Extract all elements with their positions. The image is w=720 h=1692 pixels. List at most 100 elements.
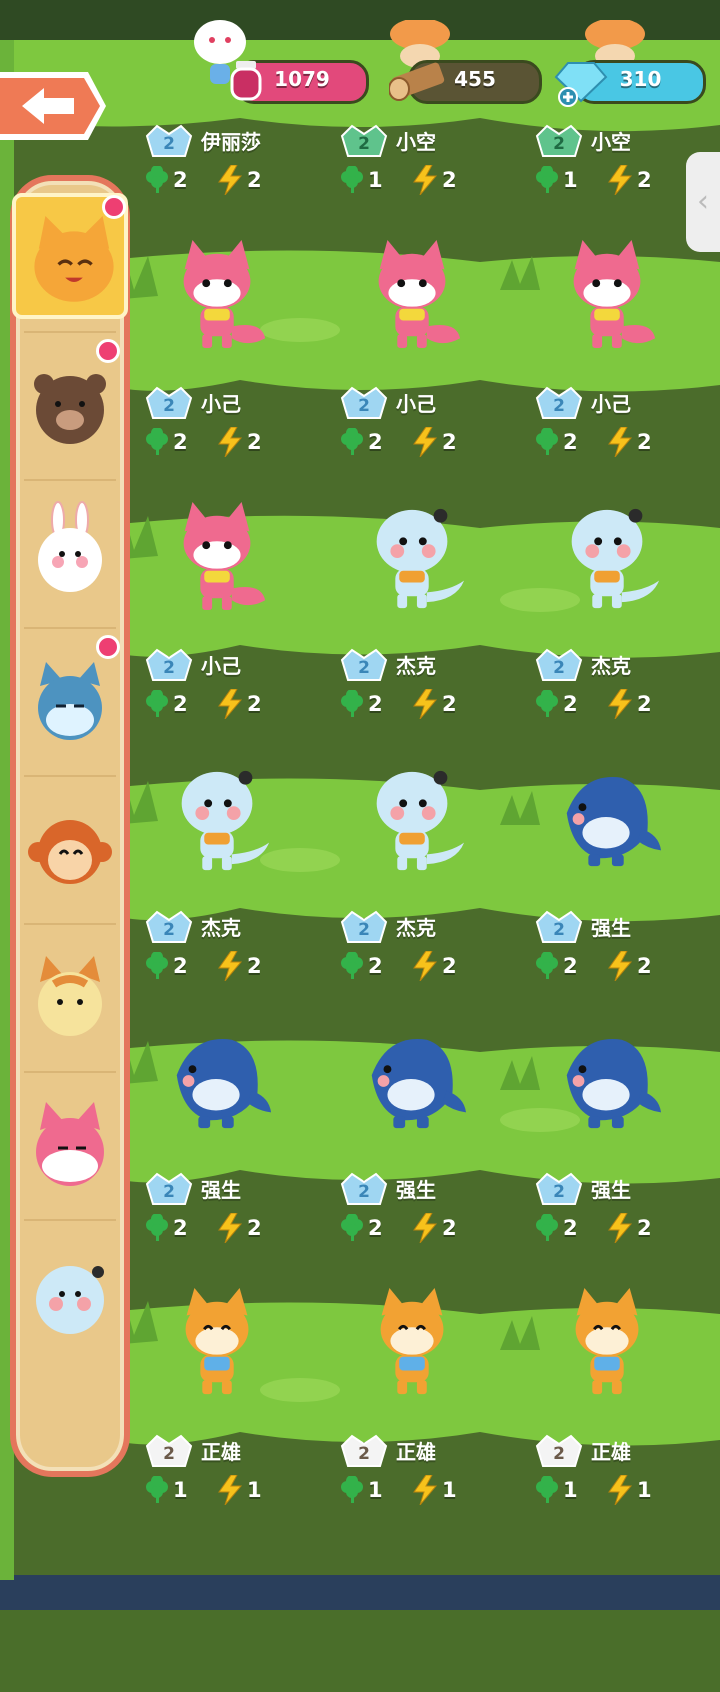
wood-value: 455 bbox=[454, 67, 496, 91]
level-badge-icon: 2 bbox=[340, 648, 388, 681]
level-badge-icon: 2 bbox=[535, 648, 583, 681]
energy-value: 2 bbox=[247, 168, 262, 192]
creature-name: 杰克 bbox=[591, 654, 631, 678]
creature-name: 强生 bbox=[201, 1178, 241, 1202]
clover-icon bbox=[341, 428, 363, 455]
level-badge-icon: 2 bbox=[145, 124, 193, 157]
clover-icon bbox=[146, 952, 168, 979]
energy-value: 2 bbox=[637, 954, 652, 978]
energy-value: 2 bbox=[442, 168, 457, 192]
creature-name: 强生 bbox=[396, 1178, 436, 1202]
lightning-icon bbox=[218, 427, 243, 457]
creature-name: 杰克 bbox=[396, 916, 436, 940]
sidebar-item-otter[interactable] bbox=[22, 1229, 118, 1369]
creature-name: 强生 bbox=[591, 916, 631, 940]
creature-card[interactable]: 2 小己 2 2 bbox=[515, 384, 695, 644]
otter-creature-icon bbox=[571, 508, 660, 609]
creature-card[interactable]: 2 正雄 1 1 bbox=[125, 1432, 305, 1692]
energy-value: 2 bbox=[442, 430, 457, 454]
energy-value: 1 bbox=[247, 1478, 262, 1502]
creature-card[interactable]: 2 杰克 2 2 bbox=[320, 646, 500, 906]
creature-card[interactable]: 2 正雄 1 1 bbox=[515, 1432, 695, 1692]
clover-icon bbox=[341, 166, 363, 193]
energy-value: 2 bbox=[637, 1216, 652, 1240]
game-scene: 1079 455 310 ‹ 2 伊丽莎 2 2 2 小空 1 2 2 小空 1 2 2 小己 2 2 2 小己 2… bbox=[0, 0, 720, 1610]
clover-value: 2 bbox=[173, 954, 188, 978]
gem-counter[interactable]: 310 bbox=[554, 60, 706, 107]
creature-card[interactable]: 2 强生 2 2 bbox=[320, 1170, 500, 1430]
lightning-icon bbox=[218, 165, 243, 195]
clover-icon bbox=[146, 166, 168, 193]
clover-value: 2 bbox=[368, 954, 383, 978]
level-badge-icon: 2 bbox=[535, 910, 583, 943]
clover-value: 2 bbox=[173, 168, 188, 192]
creature-card[interactable]: 2 强生 2 2 bbox=[125, 1170, 305, 1430]
creature-card[interactable]: 2 小空 1 2 bbox=[515, 122, 695, 382]
rabbit-icon bbox=[38, 501, 102, 592]
energy-value: 2 bbox=[247, 692, 262, 716]
fox-creature-icon bbox=[573, 240, 656, 349]
back-button[interactable] bbox=[0, 68, 108, 144]
sidebar-item-bear[interactable] bbox=[22, 339, 120, 481]
bear-icon bbox=[34, 374, 106, 444]
energy-value: 2 bbox=[442, 1216, 457, 1240]
clover-value: 1 bbox=[173, 1478, 188, 1502]
creature-card[interactable]: 2 小己 2 2 bbox=[125, 384, 305, 644]
creature-card[interactable]: 2 小己 2 2 bbox=[320, 384, 500, 644]
sidebar-item-monkey[interactable] bbox=[22, 785, 118, 925]
creature-card[interactable]: 2 强生 2 2 bbox=[515, 1170, 695, 1430]
creature-card[interactable]: 2 小空 1 2 bbox=[320, 122, 500, 382]
energy-value: 1 bbox=[637, 1478, 652, 1502]
level-badge-icon: 2 bbox=[145, 910, 193, 943]
sidebar-divider bbox=[24, 1071, 116, 1073]
lightning-icon bbox=[608, 689, 633, 719]
creature-card[interactable]: 2 杰克 2 2 bbox=[320, 908, 500, 1168]
clover-icon bbox=[146, 428, 168, 455]
sidebar-item-blue-cat[interactable] bbox=[22, 635, 120, 777]
sidebar-item-pink-fox[interactable] bbox=[22, 1081, 118, 1221]
level-badge-icon: 2 bbox=[535, 1172, 583, 1205]
sidebar-item-tiger-cat[interactable] bbox=[22, 933, 118, 1073]
level-badge-icon: 2 bbox=[145, 386, 193, 419]
notification-dot bbox=[96, 635, 120, 659]
level-number: 2 bbox=[358, 396, 370, 416]
clover-value: 2 bbox=[173, 430, 188, 454]
character-sidebar bbox=[10, 175, 130, 1477]
sidebar-divider bbox=[24, 923, 116, 925]
clover-value: 1 bbox=[368, 1478, 383, 1502]
clover-icon bbox=[341, 1476, 363, 1503]
sidebar-divider bbox=[24, 1219, 116, 1221]
fox-creature-icon bbox=[378, 240, 461, 349]
clover-icon bbox=[341, 1214, 363, 1241]
creature-name: 小己 bbox=[201, 654, 241, 678]
level-number: 2 bbox=[163, 1444, 175, 1464]
creature-card[interactable]: 2 伊丽莎 2 2 bbox=[125, 122, 305, 382]
clover-icon bbox=[146, 1214, 168, 1241]
creature-card[interactable]: 2 正雄 1 1 bbox=[320, 1432, 500, 1692]
shark-creature-icon bbox=[566, 1039, 662, 1129]
creature-card[interactable]: 2 杰克 2 2 bbox=[515, 646, 695, 906]
energy-value: 2 bbox=[637, 692, 652, 716]
sidebar-item-cat[interactable] bbox=[12, 193, 128, 319]
ink-value: 1079 bbox=[274, 67, 330, 91]
level-badge-icon: 2 bbox=[535, 386, 583, 419]
ink-counter[interactable]: 1079 bbox=[230, 60, 369, 104]
tiger-cat-icon bbox=[38, 956, 102, 1036]
energy-value: 2 bbox=[247, 1216, 262, 1240]
level-number: 2 bbox=[358, 134, 370, 154]
level-number: 2 bbox=[358, 920, 370, 940]
clover-value: 2 bbox=[563, 430, 578, 454]
sidebar-divider bbox=[24, 479, 116, 481]
lightning-icon bbox=[413, 1213, 438, 1243]
creature-card[interactable]: 2 杰克 2 2 bbox=[125, 908, 305, 1168]
wood-counter[interactable]: 455 bbox=[389, 60, 542, 104]
level-number: 2 bbox=[553, 1182, 565, 1202]
level-number: 2 bbox=[163, 658, 175, 678]
creature-name: 小空 bbox=[396, 130, 436, 154]
sidebar-item-rabbit[interactable] bbox=[22, 489, 118, 629]
shark-creature-icon bbox=[566, 777, 662, 867]
creature-card[interactable]: 2 小己 2 2 bbox=[125, 646, 305, 906]
shiba-creature-icon bbox=[380, 1288, 444, 1395]
creature-card[interactable]: 2 强生 2 2 bbox=[515, 908, 695, 1168]
level-badge-icon: 2 bbox=[340, 910, 388, 943]
